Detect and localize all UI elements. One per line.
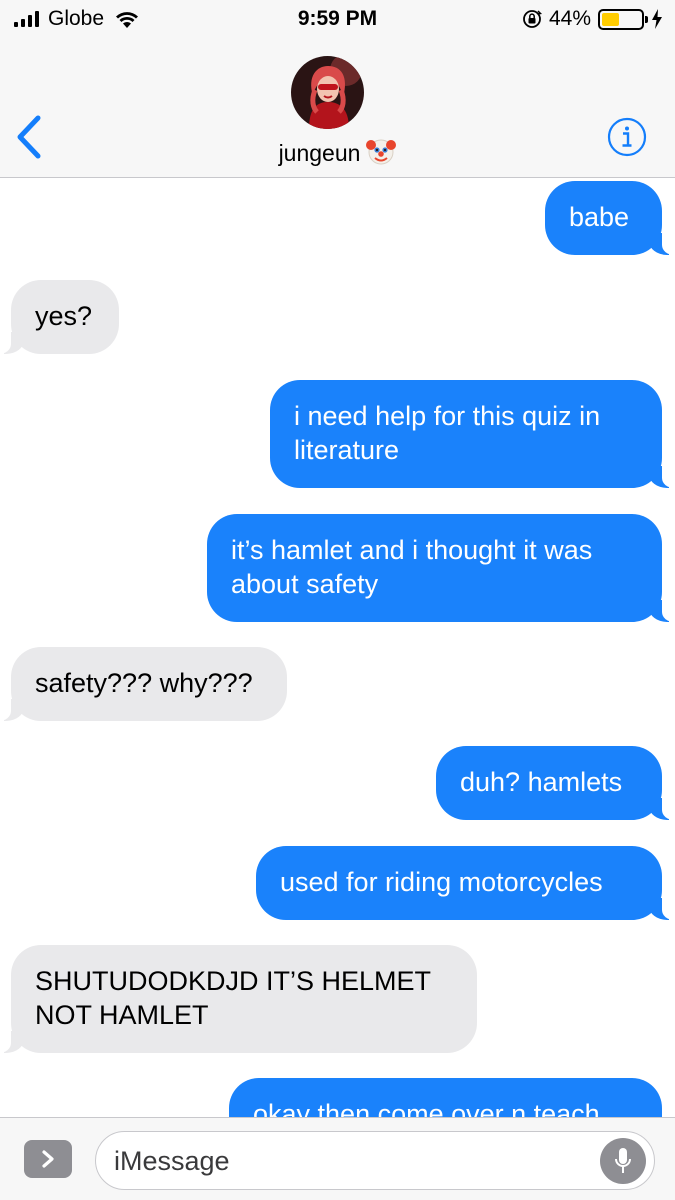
battery-percent: 44% [548,7,591,30]
avatar-photo [291,56,364,129]
charging-bolt-icon [652,9,662,29]
composer-bar [0,1117,675,1200]
message-bubble-outgoing[interactable]: used for riding motorcycles [256,846,675,920]
dictation-button[interactable] [600,1138,646,1184]
message-bubble-outgoing[interactable]: i need help for this quiz in literature [270,380,675,488]
app-drawer-button[interactable] [24,1140,72,1178]
message-input[interactable] [114,1144,584,1178]
contact-name: jungeun [278,140,361,166]
contact-avatar[interactable] [291,56,364,129]
message-bubble-outgoing[interactable]: okay then come over n teach [229,1078,662,1117]
info-icon[interactable] [607,117,647,157]
message-bubble-incoming[interactable]: SHUTUDODKDJD IT’S HELMET NOT HAMLET [0,945,477,1053]
status-bar: Globe 9:59 PM 44% [0,0,675,40]
message-bubble-outgoing[interactable]: babe [545,181,675,255]
message-thread[interactable]: babe yes? i need help for this quiz in l… [0,178,675,1117]
message-bubble-incoming[interactable]: safety??? why??? [0,647,287,721]
message-bubble-outgoing[interactable]: duh? hamlets [436,746,675,820]
conversation-header: Globe 9:59 PM 44% jungeun [0,0,675,178]
orientation-lock-icon [523,10,542,28]
message-field[interactable] [95,1131,655,1190]
clown-face-icon [366,139,397,165]
chevron-right-icon [42,1150,54,1168]
status-right-group: 44% [522,7,663,31]
microphone-icon [615,1148,631,1173]
battery-level [602,12,619,26]
message-bubble-incoming[interactable]: yes? [0,280,119,354]
battery-icon [598,8,648,30]
contact-name-row[interactable]: jungeun [0,136,675,167]
message-bubble-outgoing[interactable]: it’s hamlet and i thought it was about s… [207,514,675,622]
